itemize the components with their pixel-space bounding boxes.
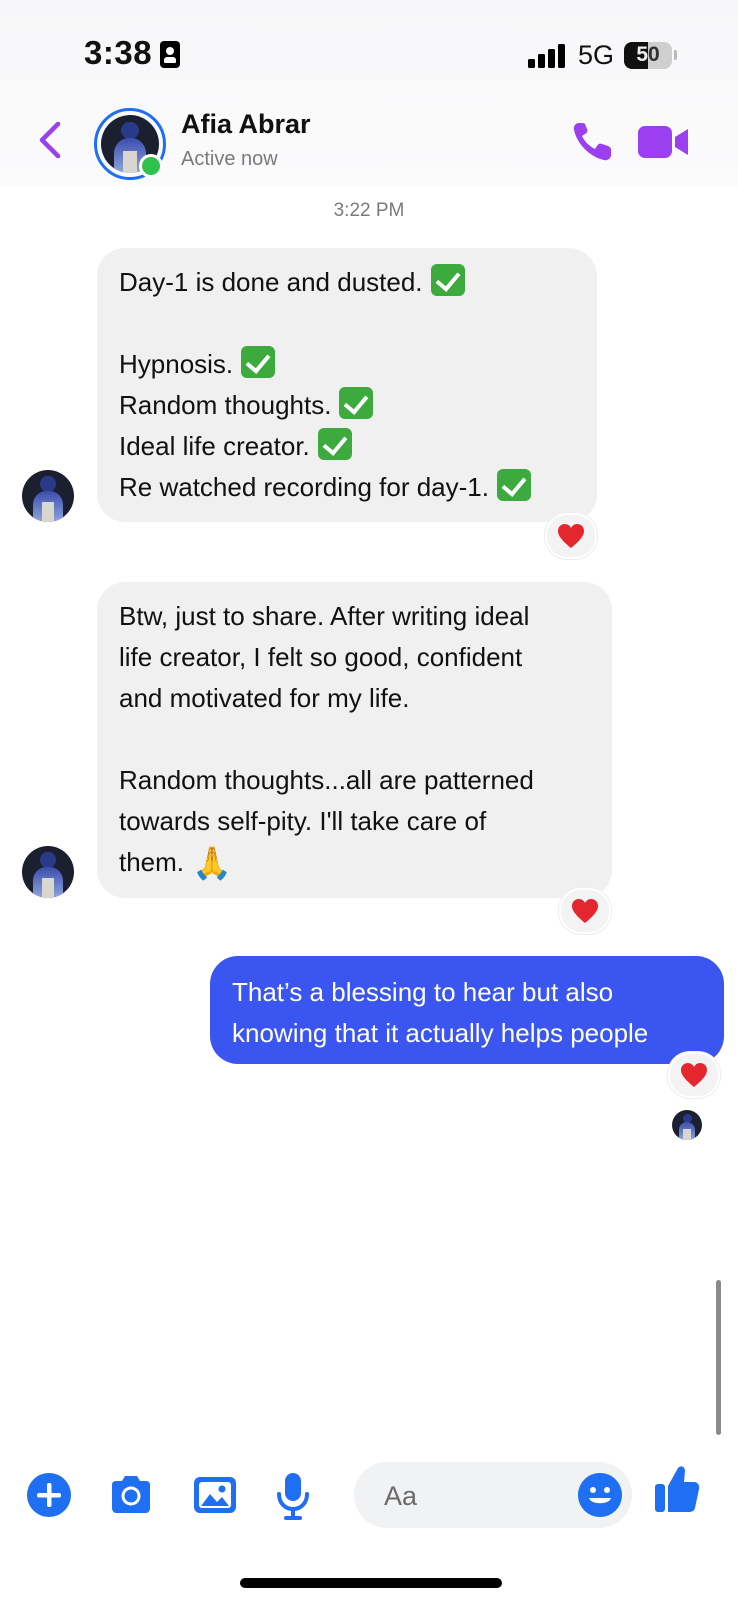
heart-reaction[interactable] bbox=[545, 513, 597, 559]
message-text: Btw, just to share. After writing ideal bbox=[119, 601, 530, 631]
microphone-icon[interactable] bbox=[274, 1472, 312, 1522]
incoming-message-2[interactable]: Btw, just to share. After writing ideal … bbox=[97, 582, 612, 898]
network-label: 5G bbox=[578, 40, 615, 70]
battery-icon: 50 bbox=[624, 42, 672, 69]
message-input[interactable] bbox=[382, 1476, 566, 1516]
check-mark-icon bbox=[317, 428, 352, 460]
heart-reaction[interactable] bbox=[559, 888, 611, 934]
message-text: life creator, I felt so good, confident bbox=[119, 642, 523, 672]
check-mark-icon bbox=[430, 264, 465, 296]
message-text: Ideal life creator. bbox=[119, 431, 310, 461]
outgoing-message[interactable]: That’s a blessing to hear but also knowi… bbox=[210, 956, 724, 1064]
praying-hands-emoji: 🙏 bbox=[192, 845, 232, 881]
message-text: That’s a blessing to hear but also bbox=[232, 977, 614, 1007]
message-text bbox=[119, 303, 575, 344]
sender-avatar[interactable] bbox=[22, 470, 74, 522]
message-timestamp: 3:22 PM bbox=[333, 200, 405, 221]
message-text: towards self-pity. I'll take care of bbox=[119, 806, 487, 836]
message-text: them. bbox=[119, 847, 185, 877]
heart-reaction[interactable] bbox=[668, 1052, 720, 1098]
signal-icon bbox=[528, 44, 566, 68]
emoji-icon[interactable] bbox=[578, 1473, 622, 1517]
message-text: Day-1 is done and dusted. bbox=[119, 267, 423, 297]
message-text: Re watched recording for day-1. bbox=[119, 472, 489, 502]
home-indicator[interactable] bbox=[240, 1578, 502, 1588]
check-mark-icon bbox=[496, 469, 531, 501]
contact-status: Active now bbox=[181, 148, 278, 170]
seen-receipt-avatar bbox=[672, 1110, 702, 1140]
check-mark-icon bbox=[339, 387, 374, 419]
video-call-icon[interactable] bbox=[638, 124, 690, 160]
message-text: and motivated for my life. bbox=[119, 683, 410, 713]
heart-icon bbox=[572, 899, 598, 923]
heart-icon bbox=[558, 524, 584, 548]
phone-call-icon[interactable] bbox=[570, 120, 614, 164]
message-text: Hypnosis. bbox=[119, 349, 234, 379]
scrollbar[interactable] bbox=[716, 1280, 721, 1435]
plus-icon[interactable] bbox=[26, 1472, 72, 1518]
battery-level: 50 bbox=[636, 43, 660, 66]
thumbs-up-icon[interactable] bbox=[654, 1464, 700, 1514]
message-text: Random thoughts. bbox=[119, 390, 332, 420]
message-text bbox=[119, 719, 590, 760]
camera-icon[interactable] bbox=[108, 1472, 154, 1518]
back-chevron-icon[interactable] bbox=[34, 120, 64, 160]
message-text: Random thoughts...all are patterned bbox=[119, 765, 534, 795]
incoming-message-1[interactable]: Day-1 is done and dusted. Hypnosis. Rand… bbox=[97, 248, 597, 522]
contact-name[interactable]: Afia Abrar bbox=[181, 109, 311, 140]
gallery-icon[interactable] bbox=[192, 1472, 238, 1518]
status-time: 3:38 bbox=[84, 34, 153, 71]
message-text: knowing that it actually helps people bbox=[232, 1018, 649, 1048]
sender-avatar[interactable] bbox=[22, 846, 74, 898]
battery-tip bbox=[674, 50, 677, 60]
online-status-dot bbox=[139, 154, 163, 178]
heart-icon bbox=[681, 1063, 707, 1087]
check-mark-icon bbox=[241, 346, 276, 378]
contact-card-icon bbox=[160, 41, 180, 68]
